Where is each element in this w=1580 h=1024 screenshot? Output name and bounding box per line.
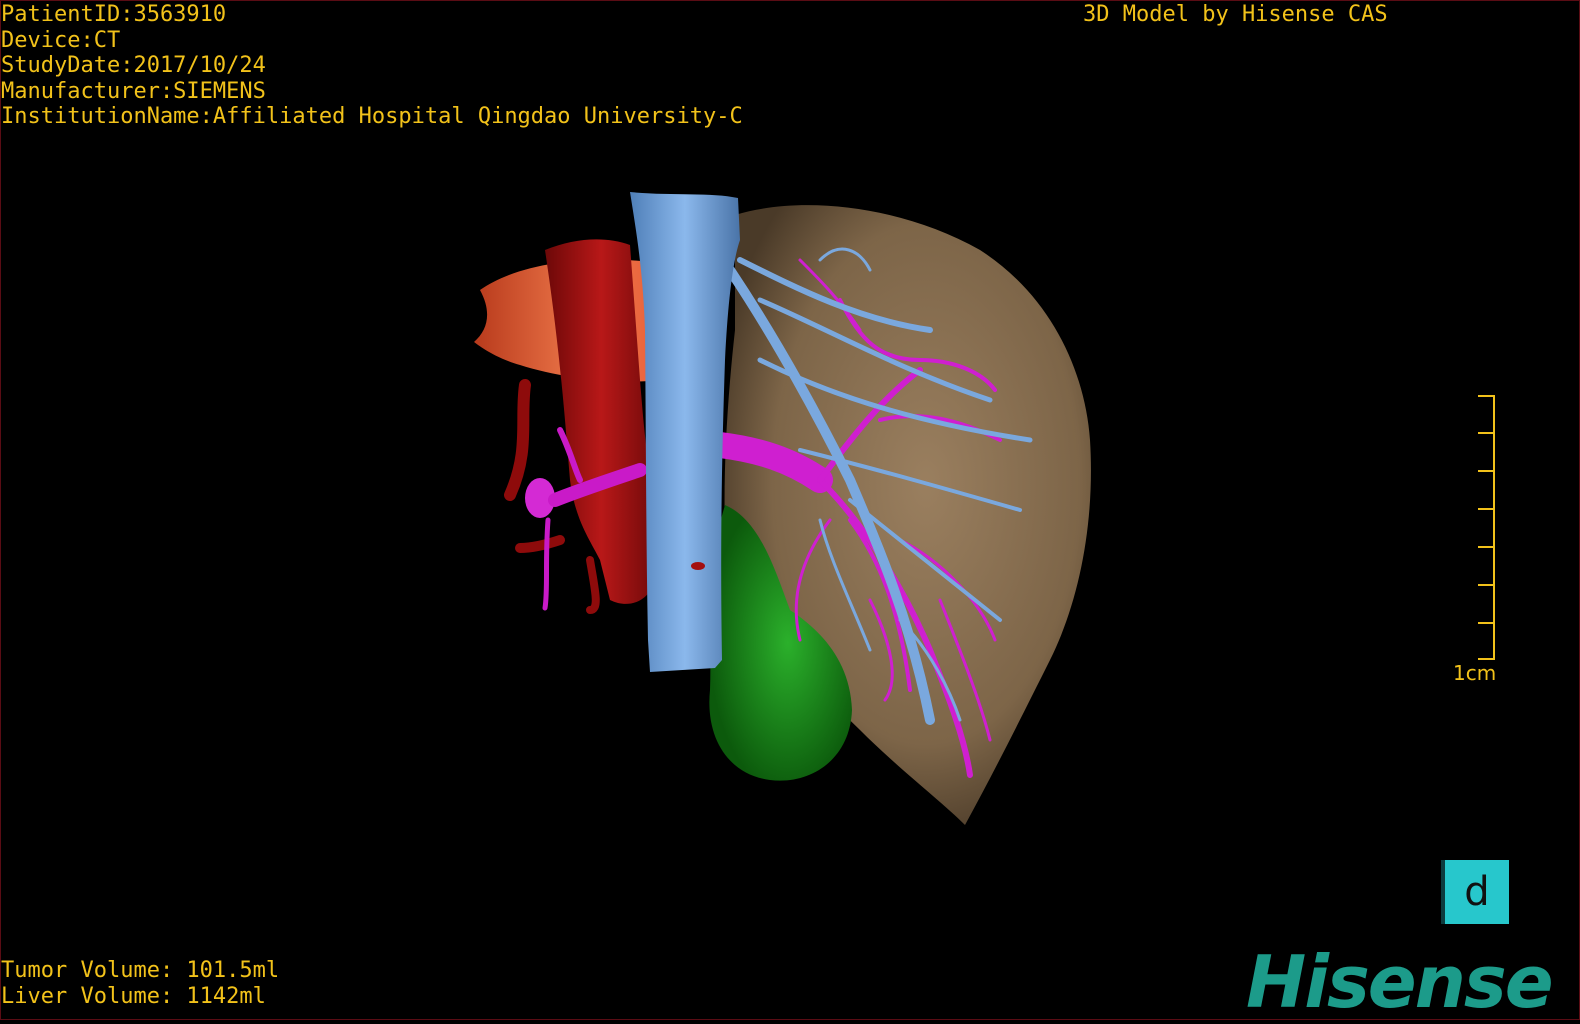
device-line: Device:CT <box>1 27 121 53</box>
patient-info-overlay: PatientID:3563910 Device:CT StudyDate:20… <box>1 2 743 130</box>
orientation-cube-edge <box>1441 860 1445 924</box>
hisense-logo: Hisense <box>1246 940 1554 1024</box>
model-credit: 3D Model by Hisense CAS <box>1083 2 1388 27</box>
orientation-cube-label: d <box>1464 869 1490 915</box>
manufacturer-line: Manufacturer:SIEMENS <box>1 78 266 104</box>
tumor-volume: Tumor Volume: 101.5ml <box>1 958 280 983</box>
institution-line: InstitutionName:Affiliated Hospital Qing… <box>1 104 743 129</box>
scale-bar <box>1478 395 1495 660</box>
volume-readout: Tumor Volume: 101.5ml Liver Volume: 1142… <box>1 958 279 1009</box>
small-vessel-spot <box>691 562 705 570</box>
patient-id-line: PatientID:3563910 <box>1 2 227 27</box>
scale-bar-label: 1cm <box>1453 661 1497 685</box>
liver-volume: Liver Volume: 1142ml <box>1 983 266 1009</box>
study-date-line: StudyDate:2017/10/24 <box>1 53 266 78</box>
3d-liver-model-viewport[interactable] <box>0 0 1580 1020</box>
orientation-cube[interactable]: d <box>1441 860 1509 924</box>
